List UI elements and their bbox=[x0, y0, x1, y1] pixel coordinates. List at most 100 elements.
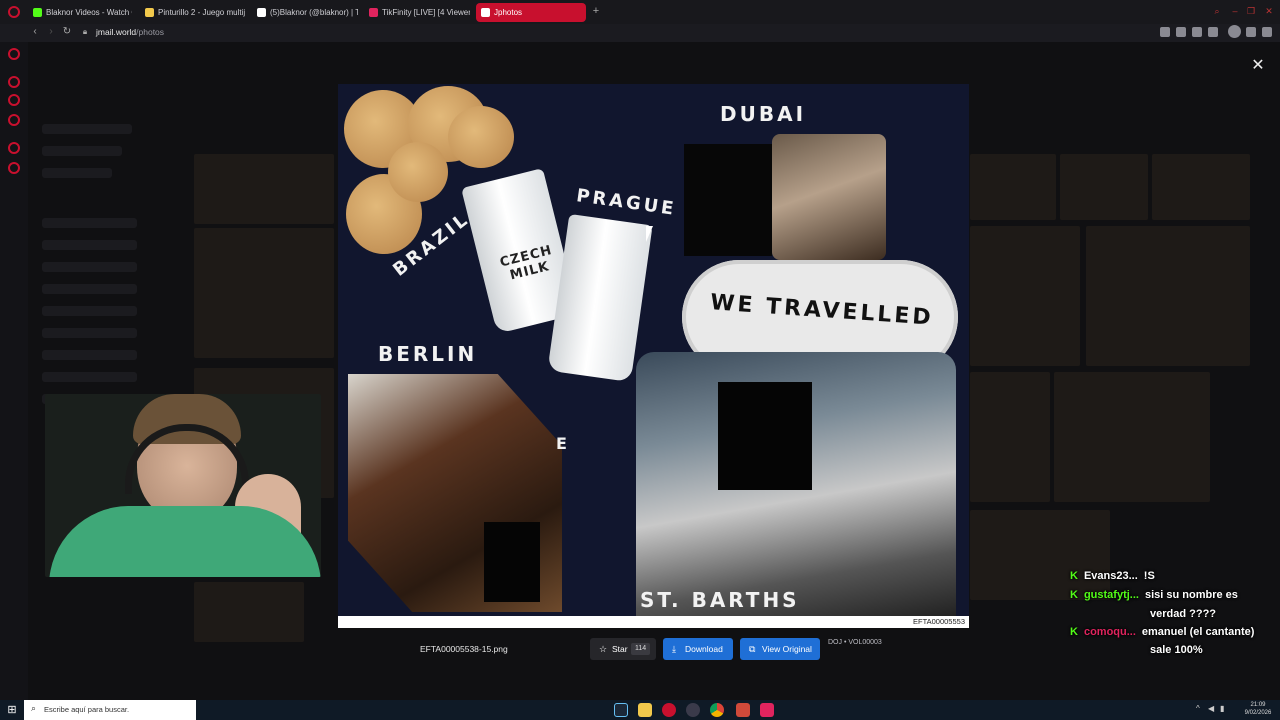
star-button[interactable]: ☆ Star 114 bbox=[590, 638, 656, 660]
kick-badge-icon: K bbox=[1070, 570, 1078, 582]
tab-tikfinity[interactable]: TikFinity [LIVE] [4 Viewer bbox=[364, 3, 470, 22]
view-original-label: View Original bbox=[762, 644, 812, 654]
redaction-block bbox=[684, 144, 772, 256]
kick-favicon-icon bbox=[33, 8, 42, 17]
download-label: Download bbox=[685, 644, 723, 654]
chat-message: Kgustafytj... sisi su nombre es bbox=[1070, 586, 1238, 604]
kick-badge-icon: K bbox=[1070, 589, 1078, 601]
url-path: /photos bbox=[136, 27, 165, 37]
collage-label-dubai: DUBAI bbox=[720, 102, 807, 126]
search-icon: ⌕ bbox=[31, 703, 37, 713]
shield-icon[interactable] bbox=[1176, 27, 1186, 37]
star-label: Star bbox=[612, 644, 628, 654]
download-tray-icon[interactable] bbox=[1246, 27, 1256, 37]
opera-logo-icon[interactable] bbox=[8, 6, 20, 18]
close-window-icon[interactable]: ✕ bbox=[1264, 6, 1274, 16]
clock-time: 21:09 bbox=[1250, 702, 1266, 708]
new-tab-plus-icon[interactable]: + bbox=[590, 5, 602, 17]
tiktok-app-icon[interactable] bbox=[760, 703, 774, 717]
chat-text: emanuel (el cantante) bbox=[1141, 626, 1255, 638]
network-icon[interactable]: ▮ bbox=[1220, 704, 1228, 714]
search-tabs-icon[interactable]: ⌕ bbox=[1212, 6, 1222, 16]
minimize-icon[interactable]: – bbox=[1230, 6, 1240, 16]
download-button[interactable]: ⤓ Download bbox=[663, 638, 733, 660]
wallet-icon[interactable] bbox=[1192, 27, 1202, 37]
close-lightbox-button[interactable]: ✕ bbox=[1250, 58, 1266, 74]
sidebar-opera-icon[interactable] bbox=[8, 48, 20, 60]
collage-label-prague: PRAGUE bbox=[575, 185, 678, 220]
tiktok-favicon-icon bbox=[257, 8, 266, 17]
cookie-image bbox=[448, 106, 514, 168]
mouse-cursor-icon bbox=[646, 226, 653, 242]
cookie-image bbox=[388, 142, 448, 202]
extension-icon[interactable] bbox=[1160, 27, 1170, 37]
volume-label: DOJ • VOL00003 bbox=[828, 639, 882, 646]
chat-text: sale 100% bbox=[1150, 644, 1203, 656]
collage-label-e: E bbox=[556, 434, 570, 453]
sidebar-whatsapp-icon[interactable] bbox=[8, 114, 20, 126]
media-app-icon[interactable] bbox=[736, 703, 750, 717]
pinturillo-favicon-icon bbox=[145, 8, 154, 17]
jphotos-favicon-icon bbox=[481, 8, 490, 17]
clock-date: 9/02/2026 bbox=[1244, 710, 1272, 716]
chat-message-continuation: verdad ???? bbox=[1150, 605, 1216, 623]
chat-text: sisi su nombre es bbox=[1144, 589, 1238, 601]
windows-start-icon[interactable]: ⊞ bbox=[0, 700, 24, 720]
sidebar-messenger-icon[interactable] bbox=[8, 76, 20, 88]
tab-tiktok-blaknor[interactable]: (5)Blaknor (@blaknor) | Ti bbox=[252, 3, 358, 22]
sidebar-history-icon[interactable] bbox=[8, 142, 20, 154]
url-field[interactable]: jmail.world/photos bbox=[96, 24, 164, 40]
volume-icon[interactable]: ◀ bbox=[1208, 704, 1216, 714]
star-count-badge: 114 bbox=[631, 643, 651, 655]
chat-username: gustafytj... bbox=[1083, 589, 1139, 601]
forward-arrow-icon[interactable]: › bbox=[44, 24, 58, 40]
chat-username: comoqu... bbox=[1083, 626, 1136, 638]
taskbar-clock[interactable]: 21:09 9/02/2026 bbox=[1238, 701, 1278, 717]
sidebar-instagram-icon[interactable] bbox=[8, 94, 20, 106]
redaction-block bbox=[718, 382, 812, 490]
collage-label-berlin: BERLIN bbox=[378, 342, 478, 366]
lightbox-photo: CZECH MILK BRAZIL PRAGUE DUBAI WE TRAVEL… bbox=[338, 84, 969, 616]
dubai-photo bbox=[772, 134, 886, 260]
external-link-icon: ⧉ bbox=[749, 644, 756, 654]
collage-label-st-barths: ST. BARTHS bbox=[640, 588, 800, 612]
url-host: jmail.world bbox=[96, 27, 137, 37]
photo-caption-text: EFTA00005553 bbox=[913, 617, 965, 626]
chat-message: Kcomoqu... emanuel (el cantante) bbox=[1070, 623, 1254, 641]
tray-chevron-icon[interactable]: ^ bbox=[1196, 704, 1204, 714]
tab-jphotos[interactable]: Jphotos bbox=[476, 3, 586, 22]
star-icon: ☆ bbox=[599, 644, 608, 654]
chat-username: Evans23... bbox=[1083, 570, 1138, 582]
tab-blaknor-videos[interactable]: Blaknor Videos - Watch O bbox=[28, 3, 132, 22]
opera-app-icon[interactable] bbox=[662, 703, 676, 717]
photo-filename: EFTA00005538-15.png bbox=[420, 644, 508, 654]
tikfinity-favicon-icon bbox=[369, 8, 378, 17]
maximize-icon[interactable]: ❐ bbox=[1246, 6, 1256, 16]
back-arrow-icon[interactable]: ‹ bbox=[28, 24, 42, 40]
steam-app-icon[interactable] bbox=[614, 703, 628, 717]
heart-icon[interactable] bbox=[1208, 27, 1218, 37]
menu-icon[interactable] bbox=[1262, 27, 1272, 37]
taskbar-search-input[interactable]: ⌕ Escribe aquí para buscar. bbox=[24, 700, 196, 720]
chrome-app-icon[interactable] bbox=[710, 703, 724, 717]
photo-caption-strip: EFTA00005553 bbox=[338, 616, 969, 628]
profile-avatar-icon[interactable] bbox=[1228, 25, 1241, 38]
kick-badge-icon: K bbox=[1070, 626, 1078, 638]
view-original-button[interactable]: ⧉ View Original bbox=[740, 638, 820, 660]
streamer-webcam bbox=[45, 394, 321, 577]
chat-text: !S bbox=[1143, 570, 1155, 582]
tab-pinturillo[interactable]: Pinturillo 2 - Juego multij bbox=[140, 3, 246, 22]
sidebar-settings-icon[interactable] bbox=[8, 162, 20, 174]
search-placeholder: Escribe aquí para buscar. bbox=[44, 705, 130, 714]
streamer-sweater bbox=[49, 506, 321, 577]
lock-icon: 🔒︎ bbox=[82, 27, 88, 36]
reload-icon[interactable]: ↻ bbox=[60, 24, 74, 40]
file-explorer-icon[interactable] bbox=[638, 703, 652, 717]
chat-message: K Evans23... !S bbox=[1070, 567, 1155, 585]
address-bar-row bbox=[0, 24, 1280, 42]
browser-tab-bar: Blaknor Videos - Watch O Pinturillo 2 - … bbox=[0, 0, 1280, 24]
chat-message-continuation: sale 100% bbox=[1150, 641, 1203, 659]
opera-sidebar bbox=[0, 42, 28, 700]
download-icon: ⤓ bbox=[672, 644, 676, 654]
obs-app-icon[interactable] bbox=[686, 703, 700, 717]
